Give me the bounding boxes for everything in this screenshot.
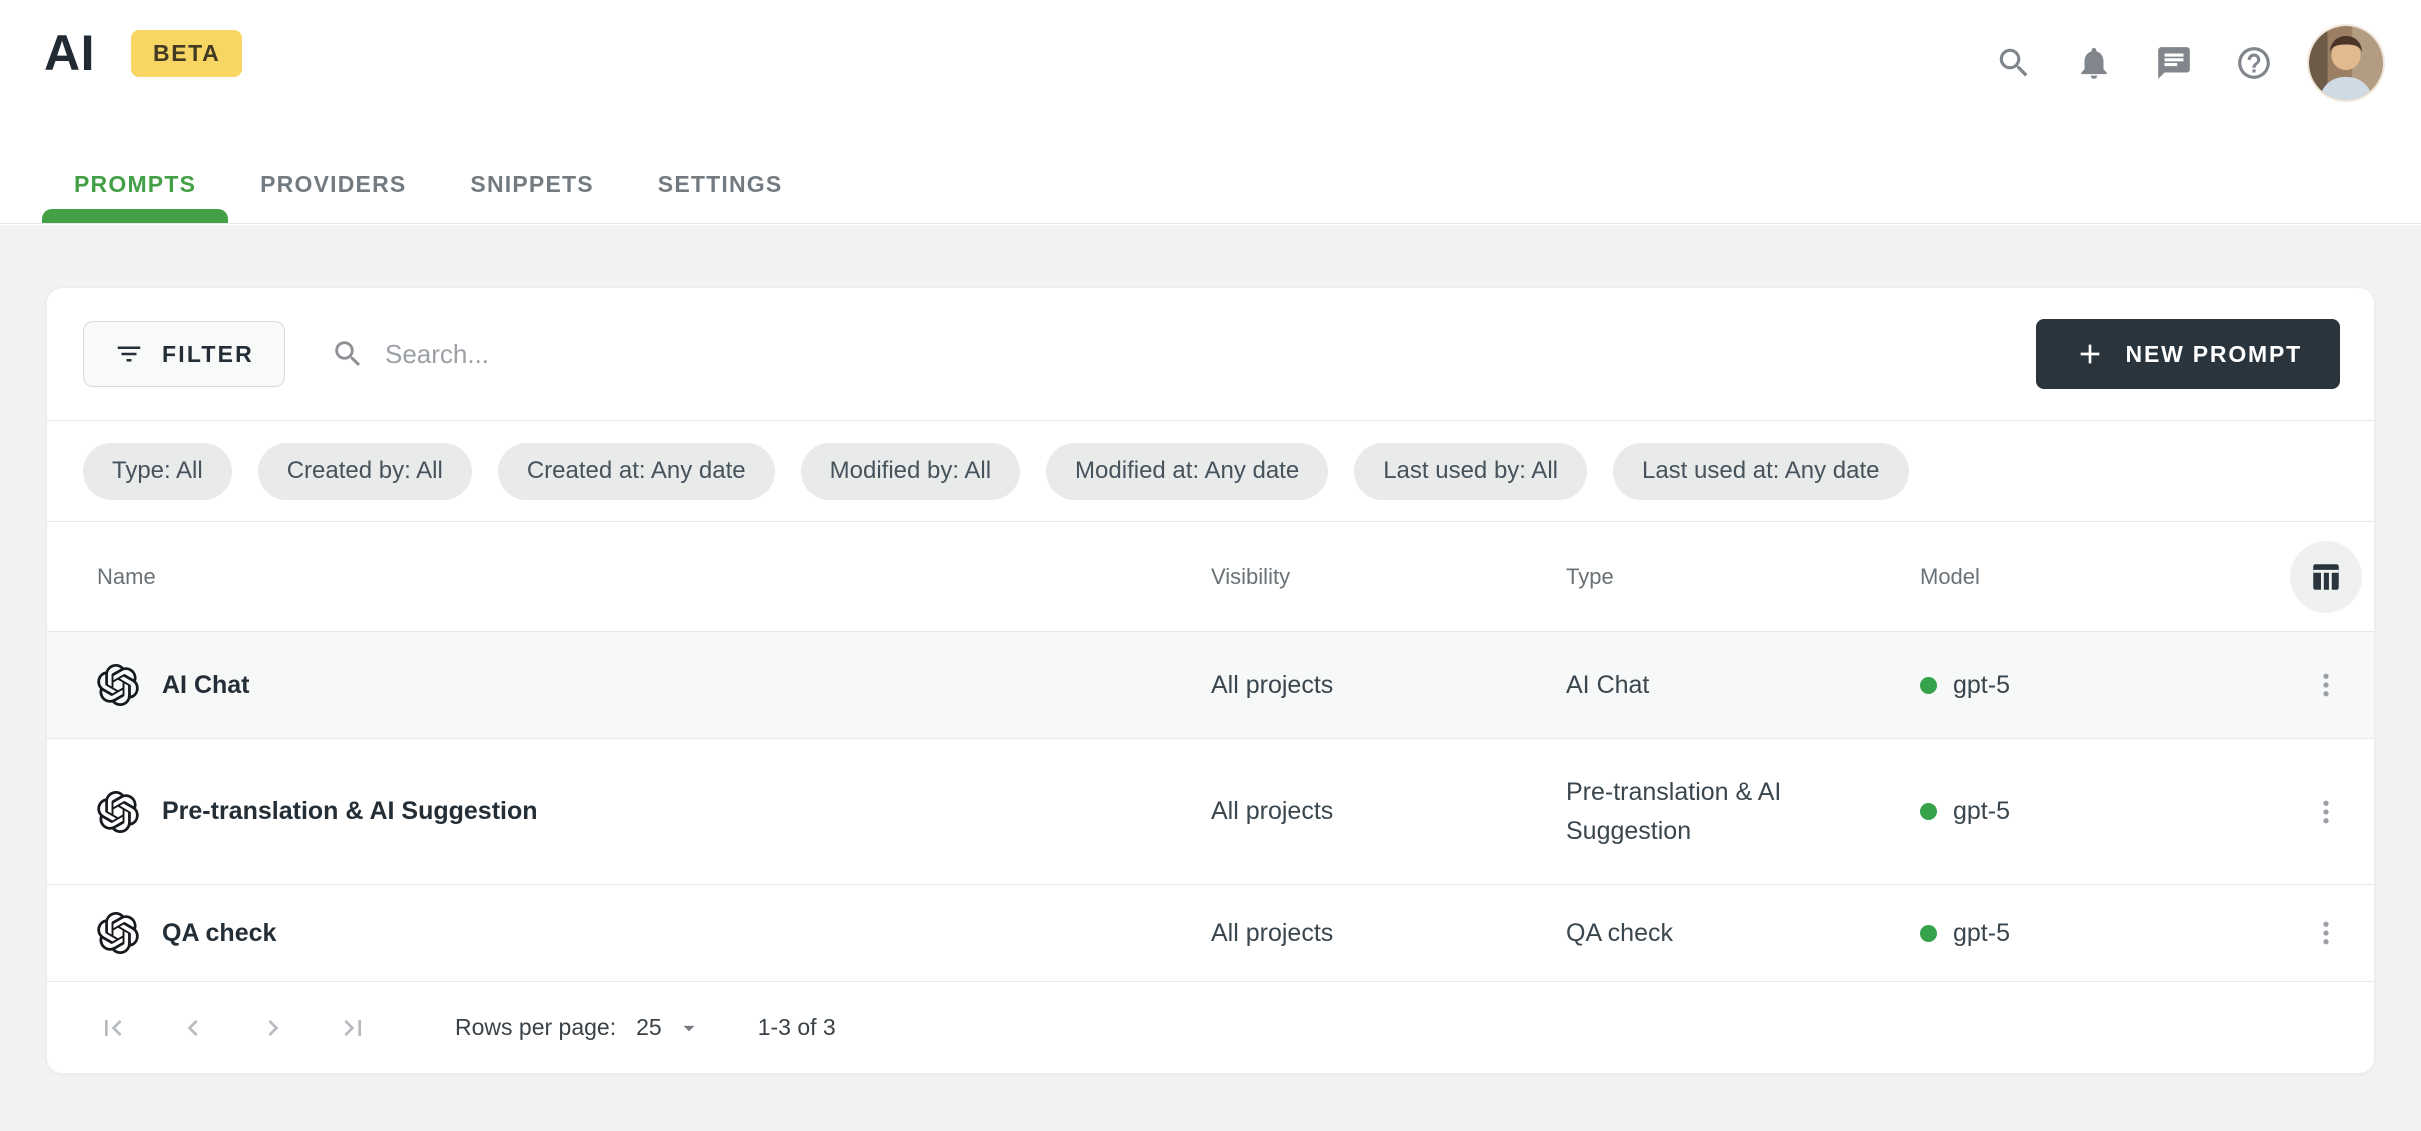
row-menu-button[interactable] <box>2302 909 2350 957</box>
filter-chip-created-at[interactable]: Created at: Any date <box>498 443 775 500</box>
model-status-dot <box>1920 803 1937 820</box>
rows-per-page-value: 25 <box>636 1014 662 1041</box>
last-page-icon <box>337 1012 369 1044</box>
cell-visibility: All projects <box>1211 919 1566 948</box>
page-content: FILTER NEW PROMPT Type: All Created by: … <box>0 225 2421 1131</box>
tab-prompts[interactable]: PROMPTS <box>42 145 228 223</box>
table-header: Name Visibility Type Model <box>47 522 2374 632</box>
filter-chip-modified-by[interactable]: Modified by: All <box>801 443 1020 500</box>
dropdown-caret-icon <box>676 1015 702 1041</box>
table-toolbar: FILTER NEW PROMPT <box>47 288 2374 420</box>
previous-page-icon <box>177 1012 209 1044</box>
first-page-button[interactable] <box>97 1012 129 1044</box>
bell-icon[interactable] <box>2069 38 2119 88</box>
table-row[interactable]: AI Chat All projects AI Chat gpt-5 <box>47 632 2374 738</box>
row-menu-button[interactable] <box>2302 661 2350 709</box>
next-page-button[interactable] <box>257 1012 289 1044</box>
last-page-button[interactable] <box>337 1012 369 1044</box>
tab-label: PROVIDERS <box>260 171 406 198</box>
search-input[interactable] <box>385 339 985 370</box>
next-page-icon <box>257 1012 289 1044</box>
tab-label: PROMPTS <box>74 171 196 198</box>
prompt-name: QA check <box>162 919 276 948</box>
prompt-name: Pre-translation & AI Suggestion <box>162 797 538 826</box>
column-header-type: Type <box>1566 564 1920 590</box>
column-header-name: Name <box>97 564 1211 590</box>
filter-chip-last-used-by[interactable]: Last used by: All <box>1354 443 1587 500</box>
new-prompt-button[interactable]: NEW PROMPT <box>2036 319 2340 389</box>
cell-model: gpt-5 <box>1920 797 2241 826</box>
brand: AI BETA <box>44 24 242 82</box>
user-avatar[interactable] <box>2309 26 2383 100</box>
model-name: gpt-5 <box>1953 671 2010 700</box>
cell-type: QA check <box>1566 914 1920 953</box>
pagination-range: 1-3 of 3 <box>758 1014 836 1041</box>
cell-model: gpt-5 <box>1920 919 2241 948</box>
first-page-icon <box>97 1012 129 1044</box>
app-root: AI BETA <box>0 0 2421 1131</box>
pagination-bar: Rows per page: 25 1-3 of 3 <box>47 981 2374 1073</box>
help-icon[interactable] <box>2229 38 2279 88</box>
rows-per-page-select[interactable]: 25 <box>636 1014 702 1041</box>
filter-chips-row: Type: All Created by: All Created at: An… <box>47 421 2374 521</box>
active-tab-indicator <box>42 209 228 223</box>
column-settings-button[interactable] <box>2290 541 2362 613</box>
rows-per-page-label: Rows per page: <box>455 1014 616 1041</box>
filter-chip-created-by[interactable]: Created by: All <box>258 443 472 500</box>
tab-label: SNIPPETS <box>470 171 593 198</box>
column-header-visibility: Visibility <box>1211 564 1566 590</box>
table-row[interactable]: Pre-translation & AI Suggestion All proj… <box>47 738 2374 884</box>
header-actions <box>1989 26 2383 100</box>
prompt-name: AI Chat <box>162 671 250 700</box>
main-tabs: PROMPTS PROVIDERS SNIPPETS SETTINGS <box>42 145 814 223</box>
search-box <box>331 337 2036 371</box>
cell-model: gpt-5 <box>1920 671 2241 700</box>
model-status-dot <box>1920 925 1937 942</box>
openai-logo-icon <box>97 791 139 833</box>
cell-type: AI Chat <box>1566 666 1920 705</box>
filter-button-label: FILTER <box>162 341 254 368</box>
prompts-card: FILTER NEW PROMPT Type: All Created by: … <box>46 287 2375 1074</box>
table-columns-icon <box>2308 559 2344 595</box>
chat-icon[interactable] <box>2149 38 2199 88</box>
tab-providers[interactable]: PROVIDERS <box>228 145 438 223</box>
column-header-model: Model <box>1920 564 2241 590</box>
row-menu-button[interactable] <box>2302 788 2350 836</box>
filter-chip-last-used-at[interactable]: Last used at: Any date <box>1613 443 1909 500</box>
model-name: gpt-5 <box>1953 797 2010 826</box>
filter-list-icon <box>114 339 144 369</box>
cell-visibility: All projects <box>1211 671 1566 700</box>
model-name: gpt-5 <box>1953 919 2010 948</box>
tab-settings[interactable]: SETTINGS <box>626 145 815 223</box>
openai-logo-icon <box>97 664 139 706</box>
kebab-icon <box>2311 797 2341 827</box>
openai-logo-icon <box>97 912 139 954</box>
beta-badge: BETA <box>131 30 242 77</box>
kebab-icon <box>2311 670 2341 700</box>
plus-icon <box>2074 338 2106 370</box>
search-icon <box>331 337 365 371</box>
new-prompt-label: NEW PROMPT <box>2126 341 2302 368</box>
app-logo: AI <box>44 24 95 82</box>
tab-label: SETTINGS <box>658 171 783 198</box>
filter-chip-type[interactable]: Type: All <box>83 443 232 500</box>
cell-visibility: All projects <box>1211 797 1566 826</box>
filter-chip-modified-at[interactable]: Modified at: Any date <box>1046 443 1328 500</box>
cell-type: Pre-translation & AI Suggestion <box>1566 773 1920 851</box>
previous-page-button[interactable] <box>177 1012 209 1044</box>
top-header: AI BETA <box>0 0 2421 224</box>
model-status-dot <box>1920 677 1937 694</box>
search-icon[interactable] <box>1989 38 2039 88</box>
tab-snippets[interactable]: SNIPPETS <box>438 145 625 223</box>
filter-button[interactable]: FILTER <box>83 321 285 387</box>
table-row[interactable]: QA check All projects QA check gpt-5 <box>47 884 2374 981</box>
kebab-icon <box>2311 918 2341 948</box>
